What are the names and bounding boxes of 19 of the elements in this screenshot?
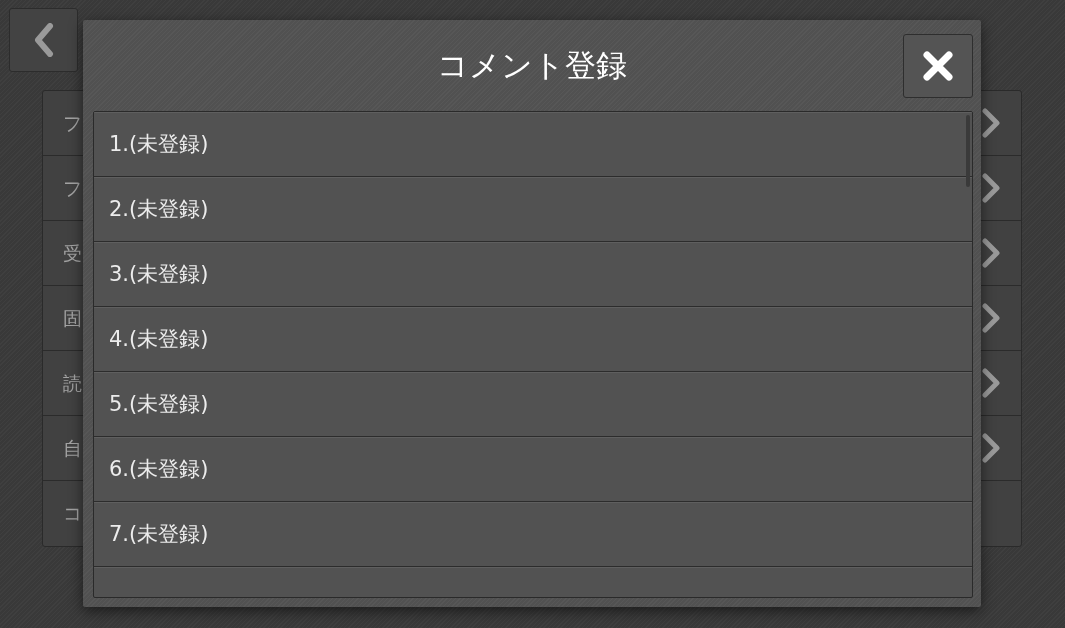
menu-item-label[interactable]: 受 [63,238,82,268]
comment-row[interactable]: 7.(未登録) [94,502,972,567]
comment-row[interactable]: 4.(未登録) [94,307,972,372]
back-button[interactable] [9,8,78,72]
comment-row[interactable]: 2.(未登録) [94,177,972,242]
close-icon [922,49,954,82]
menu-item-label[interactable]: 固 [63,303,82,333]
close-button[interactable] [903,33,973,98]
comment-row[interactable]: 1.(未登録) [94,112,972,177]
chevron-left-icon [33,23,54,57]
dialog-title: コメント登録 [437,50,627,81]
menu-item-label[interactable]: 読 [63,368,82,398]
menu-item-label[interactable]: 自 [63,433,82,463]
menu-item-label[interactable]: フ [63,108,82,138]
comment-row[interactable]: 3.(未登録) [94,242,972,307]
comment-row[interactable]: 5.(未登録) [94,372,972,437]
comment-row[interactable]: 6.(未登録) [94,437,972,502]
menu-item-label[interactable]: コ [63,499,82,528]
menu-item-label[interactable]: フ [63,173,82,203]
